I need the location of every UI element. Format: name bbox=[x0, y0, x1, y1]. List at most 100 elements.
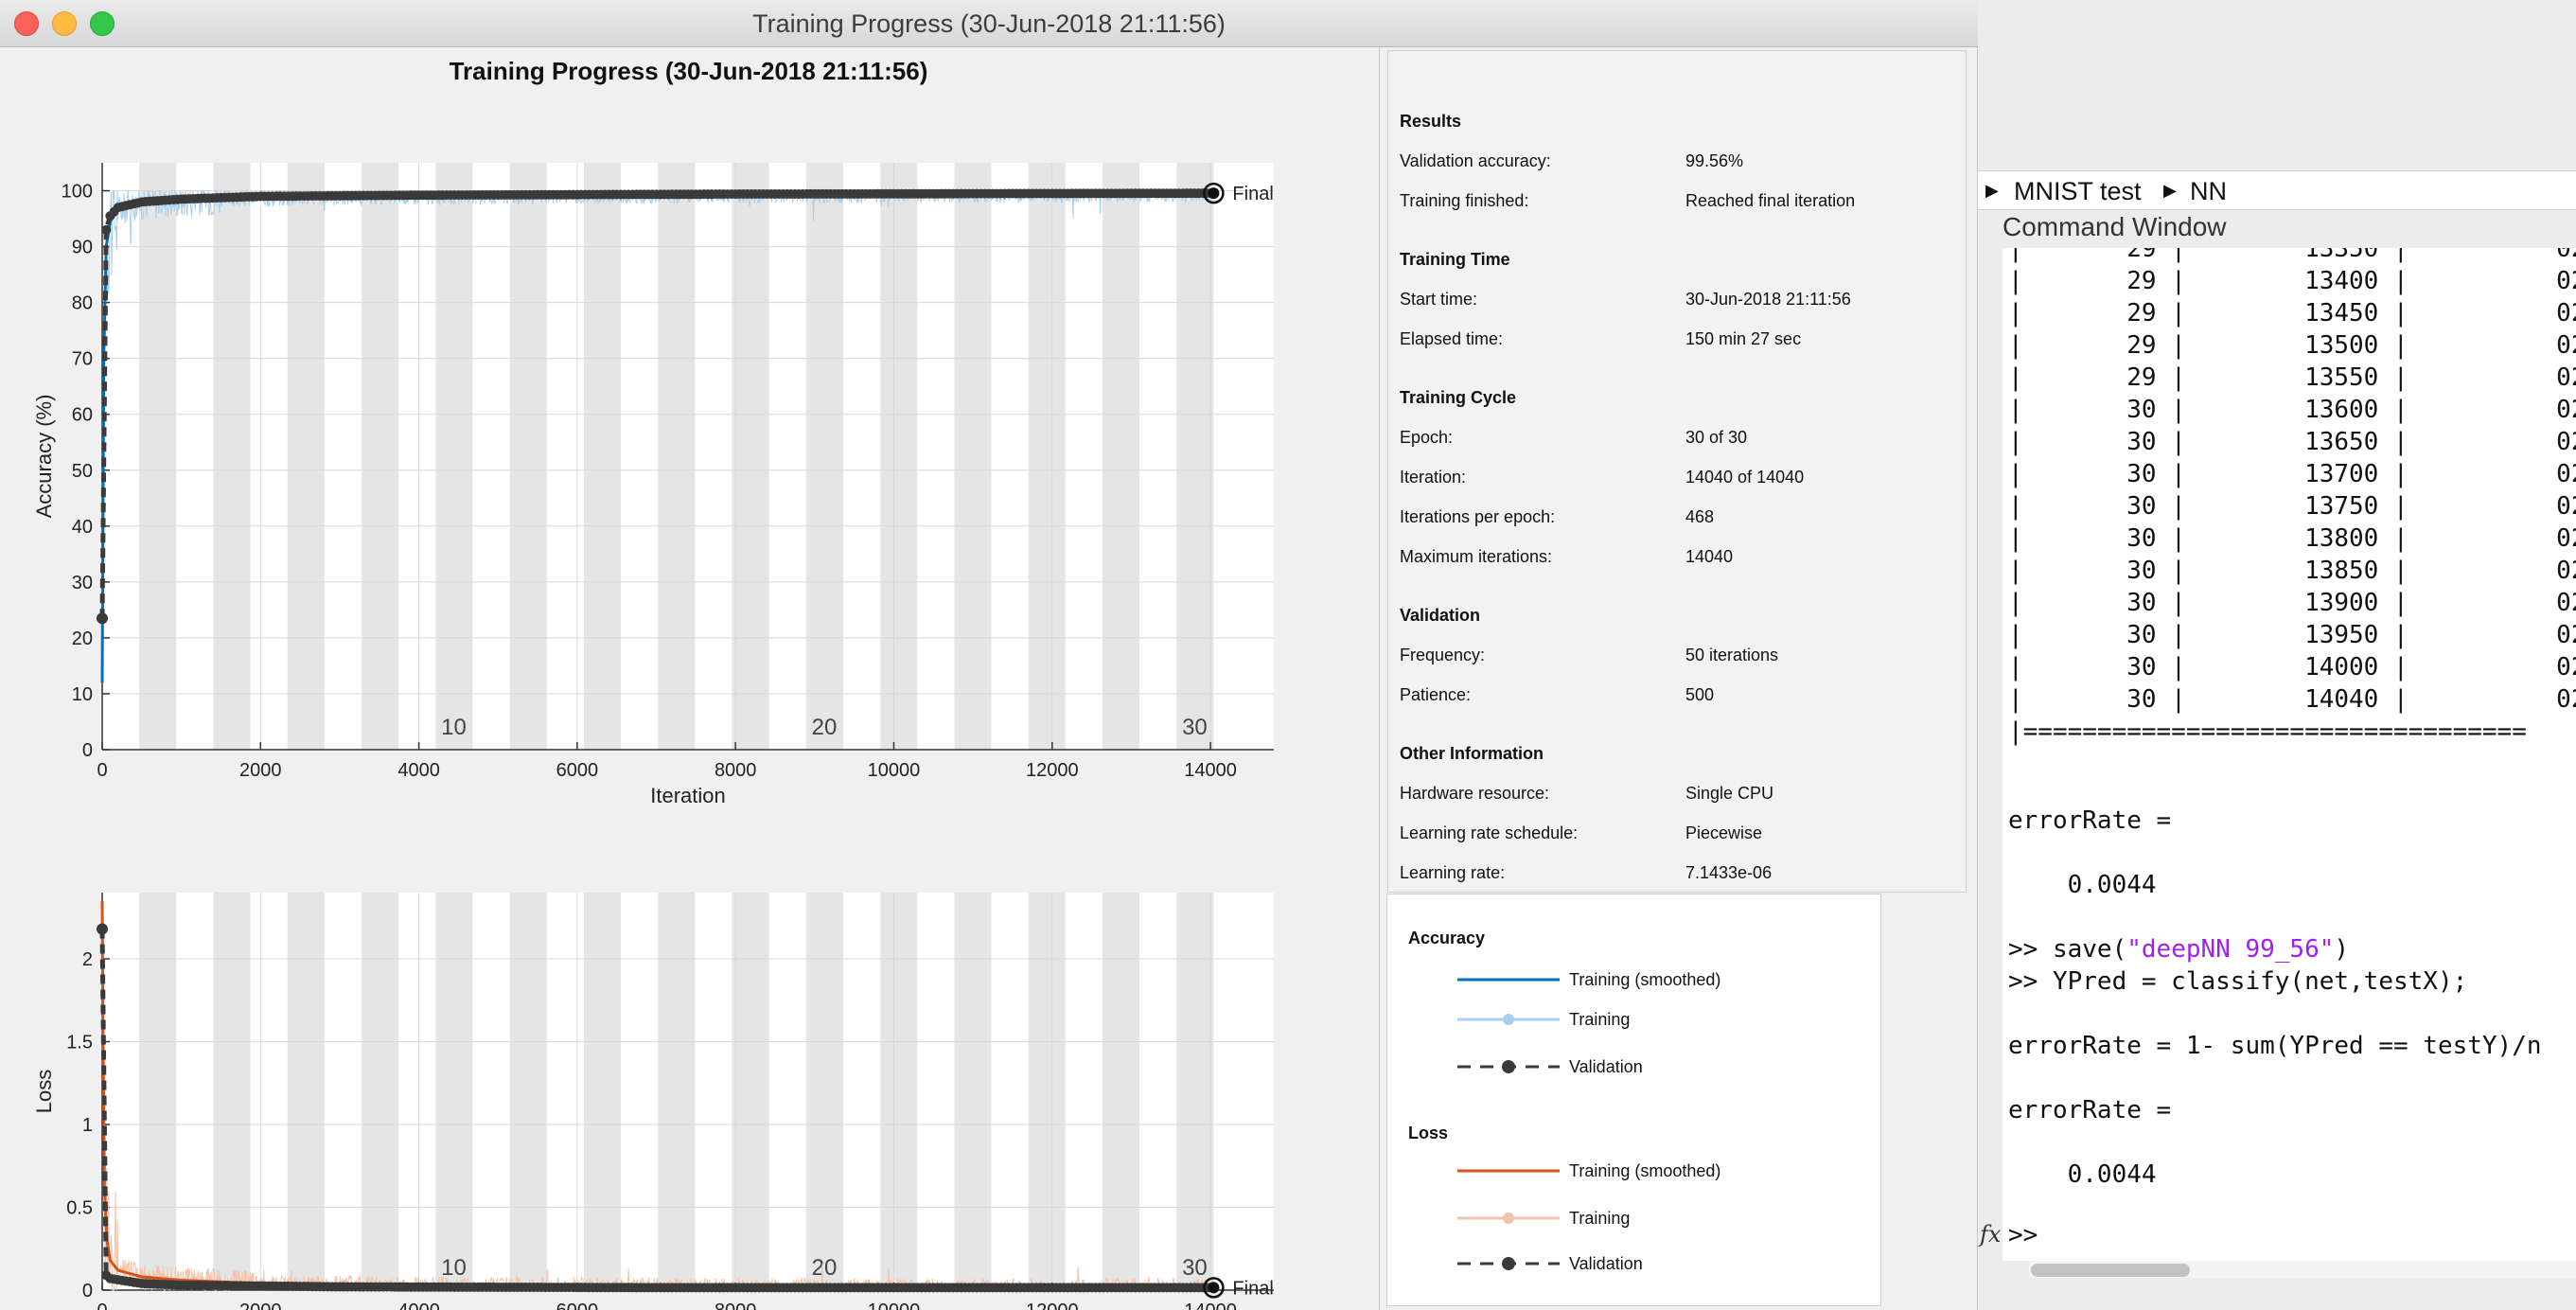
loss-epoch-band bbox=[1102, 893, 1140, 1290]
loss-x-tick-label: 10000 bbox=[868, 1301, 921, 1310]
accuracy-y-tick-label: 0 bbox=[82, 740, 93, 761]
table-separator: |================================== bbox=[2008, 717, 2527, 746]
table-row: | 30 | 14040 | 02:3 bbox=[2008, 685, 2576, 714]
loss-epoch-band bbox=[213, 893, 251, 1290]
other-information-heading: Other Information bbox=[1400, 744, 1544, 763]
loss-x-tick-label: 4000 bbox=[397, 1301, 440, 1310]
loss-final-marker-dot bbox=[1208, 1282, 1220, 1294]
window-title: Training Progress (30-Jun-2018 21:11:56) bbox=[752, 9, 1226, 38]
legend-loss-smoothed-swatch bbox=[1457, 1169, 1560, 1173]
loss-x-tick-label: 14000 bbox=[1184, 1301, 1237, 1310]
epoch-label: Epoch: bbox=[1400, 428, 1454, 447]
console-line: 0.0044 bbox=[2008, 1160, 2157, 1189]
accuracy-y-axis-label: Accuracy (%) bbox=[32, 395, 56, 519]
horizontal-scrollbar[interactable] bbox=[2029, 1261, 2576, 1278]
learning-rate-schedule-label: Learning rate schedule: bbox=[1400, 823, 1579, 842]
command-window-title: Command Window bbox=[2003, 212, 2227, 241]
matlab-command-area: ▶ MNIST test ▶ NN Command Window | 29 | … bbox=[1978, 0, 2576, 1310]
training-progress-window: Training Progress (30-Jun-2018 21:11:56)… bbox=[0, 0, 1978, 1310]
loss-x-tick-label: 0 bbox=[97, 1301, 107, 1310]
loss-epoch-band bbox=[1176, 893, 1214, 1290]
loss-x-tick-label: 6000 bbox=[556, 1301, 599, 1310]
patience-value: 500 bbox=[1685, 685, 1715, 704]
table-row: | 30 | 13650 | 02:2 bbox=[2008, 428, 2576, 456]
accuracy-epoch-band bbox=[954, 163, 992, 750]
training-finished-value: Reached final iteration bbox=[1685, 191, 1856, 210]
loss-epoch-band bbox=[435, 893, 473, 1290]
elapsed-time-value: 150 min 27 sec bbox=[1685, 329, 1802, 348]
info-panel: Results Validation accuracy: 99.56% Trai… bbox=[1379, 47, 1973, 1310]
frequency-value: 50 iterations bbox=[1685, 646, 1779, 664]
training-cycle-heading: Training Cycle bbox=[1400, 388, 1517, 407]
table-row: | 29 | 13400 | 02:2 bbox=[2008, 267, 2576, 295]
validation-accuracy-label: Validation accuracy: bbox=[1400, 151, 1551, 170]
validation-accuracy-value: 99.56% bbox=[1685, 151, 1744, 170]
loss-y-tick-label: 0 bbox=[82, 1281, 93, 1301]
training-finished-label: Training finished: bbox=[1400, 191, 1529, 210]
table-row: | 30 | 13850 | 02:2 bbox=[2008, 557, 2576, 585]
console-line: >> save("deepNN 99_56") bbox=[2008, 935, 2350, 964]
start-time-label: Start time: bbox=[1400, 290, 1478, 309]
legend-loss-validation-label: Validation bbox=[1569, 1254, 1643, 1273]
breadcrumb-arrow-icon[interactable]: ▶ bbox=[1985, 181, 1999, 201]
accuracy-y-tick-label: 50 bbox=[72, 461, 93, 482]
accuracy-y-tick-label: 80 bbox=[72, 293, 93, 314]
console-line: 0.0044 bbox=[2008, 871, 2157, 899]
accuracy-x-tick-label: 6000 bbox=[556, 760, 599, 781]
loss-y-tick-label: 1 bbox=[82, 1115, 93, 1136]
console-line: errorRate = bbox=[2008, 806, 2172, 835]
workspace-toolbar-area bbox=[1978, 0, 2576, 170]
results-heading: Results bbox=[1400, 112, 1462, 131]
accuracy-epoch-label: 20 bbox=[812, 715, 838, 740]
loss-epoch-label: 10 bbox=[441, 1255, 467, 1281]
legend-accuracy-validation-label: Validation bbox=[1569, 1057, 1643, 1076]
accuracy-x-tick-label: 0 bbox=[97, 760, 107, 781]
training-plots: 0 2000 4000 6000 8000 10000 12000 1400001020304… bbox=[32, 163, 1274, 1310]
loss-y-tick-label: 1.5 bbox=[66, 1033, 93, 1053]
legend-accuracy-smoothed-label: Training (smoothed) bbox=[1569, 970, 1721, 989]
elapsed-time-label: Elapsed time: bbox=[1400, 329, 1504, 348]
accuracy-y-tick-label: 70 bbox=[72, 349, 93, 370]
accuracy-y-tick-label: 40 bbox=[72, 517, 93, 538]
accuracy-final-label: Final bbox=[1232, 184, 1273, 204]
hardware-resource-value: Single CPU bbox=[1685, 784, 1774, 803]
iteration-value: 14040 of 14040 bbox=[1685, 468, 1805, 487]
loss-final-label: Final bbox=[1232, 1278, 1273, 1299]
accuracy-epoch-band bbox=[1028, 163, 1066, 750]
iteration-label: Iteration: bbox=[1400, 468, 1467, 487]
legend-accuracy-training-label: Training bbox=[1569, 1010, 1631, 1029]
accuracy-epoch-band bbox=[880, 163, 918, 750]
legend-accuracy-training-swatch bbox=[1457, 1014, 1560, 1025]
loss-epoch-band bbox=[732, 893, 769, 1290]
breadcrumb-item-nn[interactable]: NN bbox=[2190, 177, 2227, 206]
accuracy-y-tick-label: 60 bbox=[72, 405, 93, 426]
loss-epoch-band bbox=[880, 893, 918, 1290]
loss-y-tick-label: 2 bbox=[82, 949, 93, 970]
legend-accuracy-validation-swatch bbox=[1457, 1060, 1560, 1073]
loss-epoch-band bbox=[658, 893, 696, 1290]
loss-epoch-band bbox=[583, 893, 622, 1290]
learning-rate-label: Learning rate: bbox=[1400, 863, 1506, 882]
accuracy-y-tick-label: 10 bbox=[72, 684, 93, 705]
path-breadcrumb: ▶ MNIST test ▶ NN bbox=[1978, 170, 2576, 210]
accuracy-epoch-band bbox=[805, 163, 843, 750]
validation-heading: Validation bbox=[1400, 606, 1481, 625]
accuracy-epoch-band bbox=[213, 163, 251, 750]
accuracy-x-tick-label: 10000 bbox=[868, 760, 921, 781]
table-row: | 30 | 13750 | 02:2 bbox=[2008, 492, 2576, 521]
table-row: | 29 | 13350 | 02:2 bbox=[2008, 248, 2576, 263]
loss-epoch-band bbox=[509, 893, 547, 1290]
breadcrumb-item-mnist-test[interactable]: MNIST test bbox=[2014, 177, 2142, 206]
command-window-console[interactable]: | 29 | 13350 | 02:2 | 29 | 13400 | 02:2 | … bbox=[2003, 248, 2576, 1261]
fx-icon[interactable]: fx bbox=[1980, 1221, 2001, 1248]
table-row: | 30 | 13700 | 02:2 bbox=[2008, 460, 2576, 488]
plot-legend: Accuracy Training (smoothed) Training Va… bbox=[1386, 894, 1881, 1306]
loss-epoch-band bbox=[1028, 893, 1066, 1290]
table-row: | 29 | 13450 | 02:2 bbox=[2008, 299, 2576, 328]
frequency-label: Frequency: bbox=[1400, 646, 1486, 664]
table-row: | 29 | 13500 | 02:2 bbox=[2008, 331, 2576, 360]
accuracy-x-tick-label: 12000 bbox=[1026, 760, 1079, 781]
accuracy-y-tick-label: 30 bbox=[72, 573, 93, 593]
learning-rate-schedule-value: Piecewise bbox=[1685, 823, 1763, 842]
horizontal-scrollbar-thumb[interactable] bbox=[2031, 1264, 2190, 1277]
